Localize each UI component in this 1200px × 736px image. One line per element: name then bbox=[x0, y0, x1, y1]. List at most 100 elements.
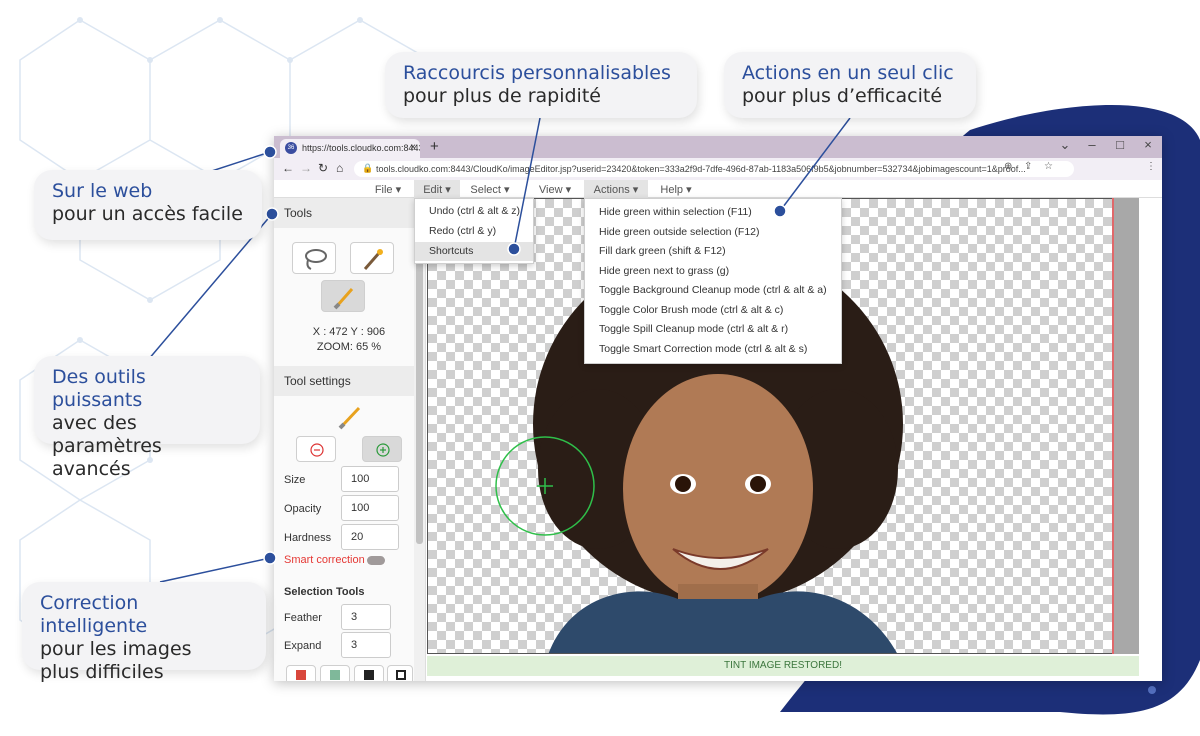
edit-dropdown: Undo (ctrl & alt & z) Redo (ctrl & y) Sh… bbox=[414, 198, 534, 264]
hardness-input[interactable]: 20 bbox=[341, 524, 399, 550]
zoom-icon[interactable]: ⊕ bbox=[1004, 161, 1012, 172]
size-input[interactable]: 100 bbox=[341, 466, 399, 492]
chevron-down-icon: ▾ bbox=[504, 184, 510, 196]
close-tab-icon[interactable]: × bbox=[410, 142, 416, 153]
minimize-button[interactable]: – bbox=[1080, 137, 1104, 152]
feather-input[interactable]: 3 bbox=[341, 604, 391, 630]
callout-tools: Des outils puissants avec des paramètres… bbox=[34, 356, 260, 480]
tools-panel: Tools X : 472 Y : 906 ZOOM: 65 % Tool se… bbox=[274, 198, 426, 681]
actions-dropdown: Hide green within selection (F11) Hide g… bbox=[584, 198, 842, 364]
lasso-icon bbox=[305, 249, 327, 270]
magic-wand-icon bbox=[363, 249, 383, 270]
menu-file[interactable]: File ▾ bbox=[366, 180, 410, 198]
forward-icon[interactable]: → bbox=[300, 161, 312, 175]
fill-selection-button[interactable] bbox=[320, 665, 350, 681]
callout-text: pour les images bbox=[40, 638, 192, 660]
zoom-level: ZOOM: 65 % bbox=[316, 341, 382, 353]
callout-correction: Correction intelligente pour les images … bbox=[22, 582, 266, 683]
invert-selection-button[interactable] bbox=[387, 665, 413, 681]
invert-selection-icon bbox=[396, 670, 406, 680]
hardness-label: Hardness bbox=[284, 532, 332, 544]
clear-selection-icon bbox=[296, 670, 306, 680]
action-toggle-background-cleanup[interactable]: Toggle Background Cleanup mode (ctrl & a… bbox=[585, 281, 841, 300]
callout-heading: Des outils puissants bbox=[52, 366, 146, 411]
selection-tools-header: Selection Tools bbox=[284, 586, 365, 598]
callout-shortcuts: Raccourcis personnalisables pour plus de… bbox=[385, 52, 697, 118]
address-bar: ← → ↻ ⌂ 🔒 tools.cloudko.com:8443/CloudKo… bbox=[274, 158, 1162, 180]
callout-heading: Actions en un seul clic bbox=[742, 62, 954, 84]
callout-text: avancés bbox=[52, 458, 131, 480]
action-hide-green-within[interactable]: Hide green within selection (F11) bbox=[585, 203, 841, 222]
chevron-down-icon: ▾ bbox=[395, 184, 402, 196]
edit-menu-undo[interactable]: Undo (ctrl & alt & z) bbox=[415, 202, 533, 221]
tab-title: https://tools.cloudko.com:8443/C bbox=[302, 143, 420, 153]
smart-correction-label: Smart correction bbox=[284, 554, 365, 566]
favicon-icon: 36 bbox=[285, 142, 297, 154]
callout-actions: Actions en un seul clic pour plus d’effi… bbox=[724, 52, 976, 118]
callout-web: Sur le web pour un accès facile bbox=[34, 170, 262, 240]
fill-selection-icon bbox=[330, 670, 340, 680]
menu-select[interactable]: Select ▾ bbox=[464, 180, 516, 198]
url-field[interactable]: 🔒 tools.cloudko.com:8443/CloudKo/imageEd… bbox=[354, 161, 1074, 177]
smart-correction-toggle[interactable] bbox=[367, 556, 385, 565]
lock-icon: 🔒 bbox=[362, 163, 374, 173]
minus-circle-icon bbox=[310, 443, 324, 457]
brush-icon bbox=[338, 406, 361, 430]
browser-tab[interactable]: 36 https://tools.cloudko.com:8443/C × bbox=[280, 139, 420, 158]
action-toggle-spill-cleanup[interactable]: Toggle Spill Cleanup mode (ctrl & alt & … bbox=[585, 320, 841, 339]
expand-label: Expand bbox=[284, 640, 322, 652]
close-window-button[interactable]: × bbox=[1136, 137, 1160, 152]
subtract-mode-button[interactable] bbox=[296, 436, 336, 462]
callout-text: plus difficiles bbox=[40, 661, 164, 683]
canvas-border-area bbox=[1112, 198, 1139, 654]
action-hide-green-outside[interactable]: Hide green outside selection (F12) bbox=[585, 223, 841, 242]
home-icon[interactable]: ⌂ bbox=[336, 161, 343, 175]
callout-heading: Sur le web bbox=[52, 180, 153, 202]
scrollbar-thumb[interactable] bbox=[416, 224, 423, 544]
callout-text: pour un accès facile bbox=[52, 203, 243, 225]
edit-menu-shortcuts[interactable]: Shortcuts bbox=[415, 242, 533, 261]
tab-search-icon[interactable]: ⌄ bbox=[1053, 137, 1077, 153]
browser-window: 36 https://tools.cloudko.com:8443/C × + … bbox=[274, 136, 1162, 681]
image-selection-button[interactable] bbox=[354, 665, 384, 681]
action-toggle-color-brush[interactable]: Toggle Color Brush mode (ctrl & alt & c) bbox=[585, 301, 841, 320]
menu-view[interactable]: View ▾ bbox=[532, 180, 578, 198]
opacity-input[interactable]: 100 bbox=[341, 495, 399, 521]
browser-menu-icon[interactable]: ⋮ bbox=[1146, 161, 1156, 172]
callout-text: avec des paramètres bbox=[52, 412, 162, 457]
action-fill-dark-green[interactable]: Fill dark green (shift & F12) bbox=[585, 242, 841, 261]
maximize-button[interactable]: □ bbox=[1108, 137, 1132, 152]
plus-circle-icon bbox=[376, 443, 390, 457]
callout-heading: Correction intelligente bbox=[40, 592, 148, 637]
lasso-tool-button[interactable] bbox=[292, 242, 336, 274]
tools-header: Tools bbox=[274, 198, 414, 228]
clear-selection-button[interactable] bbox=[286, 665, 316, 681]
menu-actions[interactable]: Actions ▾ bbox=[584, 180, 648, 198]
panel-scrollbar[interactable] bbox=[414, 198, 425, 681]
magic-wand-tool-button[interactable] bbox=[350, 242, 394, 274]
action-toggle-smart-correction[interactable]: Toggle Smart Correction mode (ctrl & alt… bbox=[585, 340, 841, 359]
size-label: Size bbox=[284, 474, 306, 486]
callout-text: pour plus d’efficacité bbox=[742, 85, 943, 107]
menu-edit[interactable]: Edit ▾ bbox=[414, 180, 460, 198]
bookmark-star-icon[interactable]: ☆ bbox=[1044, 161, 1053, 172]
callout-heading: Raccourcis personnalisables bbox=[403, 62, 671, 84]
app-menubar: File ▾ Edit ▾ Select ▾ View ▾ Actions ▾ … bbox=[274, 180, 1162, 198]
callout-text: pour plus de rapidité bbox=[403, 85, 601, 107]
chevron-down-icon: ▾ bbox=[686, 184, 692, 196]
menu-help[interactable]: Help ▾ bbox=[654, 180, 698, 198]
expand-input[interactable]: 3 bbox=[341, 632, 391, 658]
brush-tool-button[interactable] bbox=[321, 280, 365, 312]
reload-icon[interactable]: ↻ bbox=[318, 161, 328, 175]
feather-label: Feather bbox=[284, 612, 322, 624]
image-icon bbox=[364, 670, 374, 680]
share-icon[interactable]: ⇪ bbox=[1024, 161, 1032, 172]
back-icon[interactable]: ← bbox=[282, 161, 294, 175]
chevron-down-icon: ▾ bbox=[565, 184, 572, 196]
new-tab-button[interactable]: + bbox=[430, 138, 439, 155]
brush-icon bbox=[333, 288, 354, 310]
edit-menu-redo[interactable]: Redo (ctrl & y) bbox=[415, 222, 533, 241]
tab-bar: 36 https://tools.cloudko.com:8443/C × + … bbox=[274, 136, 1162, 158]
add-mode-button[interactable] bbox=[362, 436, 402, 462]
action-hide-green-grass[interactable]: Hide green next to grass (g) bbox=[585, 262, 841, 281]
